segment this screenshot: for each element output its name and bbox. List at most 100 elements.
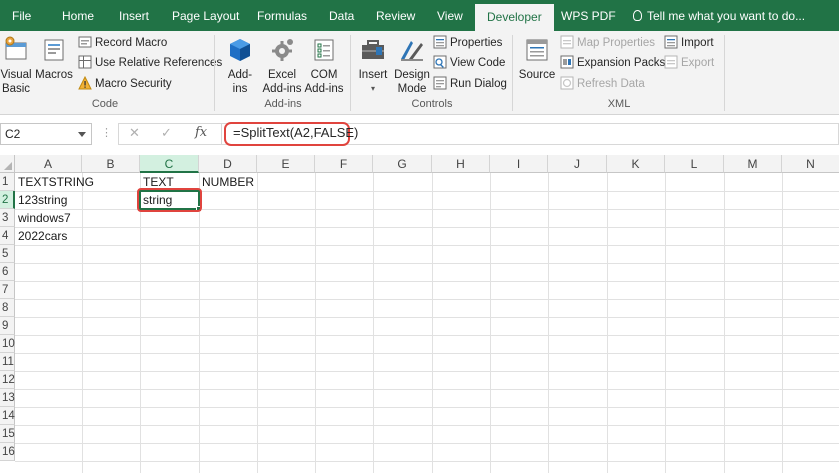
xml-source-button[interactable]: Source [517, 35, 557, 82]
column-header-k[interactable]: K [607, 155, 665, 173]
row-header-12[interactable]: 12 [0, 371, 15, 389]
row-header-5[interactable]: 5 [0, 245, 15, 263]
row-header-10[interactable]: 10 [0, 335, 15, 353]
formula-bar-grip-icon[interactable]: ⋮ [101, 126, 112, 139]
tab-review[interactable]: Review [376, 0, 415, 31]
gridline [82, 173, 83, 473]
row-header-1[interactable]: 1 [0, 173, 15, 191]
com-addins-button[interactable]: COM Add-ins [304, 35, 344, 96]
macro-security-button[interactable]: Macro Security [78, 75, 172, 93]
cell-a1[interactable]: TEXTSTRING [15, 173, 94, 191]
view-code-button[interactable]: View Code [433, 54, 505, 72]
insert-control-button[interactable]: Insert ▾ [354, 35, 392, 96]
map-properties-icon [560, 35, 574, 49]
column-header-c[interactable]: C [140, 155, 199, 173]
column-header-f[interactable]: F [315, 155, 373, 173]
gridline [15, 335, 839, 336]
tab-page-layout[interactable]: Page Layout [172, 0, 239, 31]
expansion-packs-button[interactable]: Expansion Packs [560, 54, 665, 72]
spreadsheet-grid[interactable]: A B C D E F G H I J K L M N 1 2 3 4 5 6 … [0, 155, 839, 473]
run-dialog-button[interactable]: Run Dialog [433, 75, 507, 93]
column-header-g[interactable]: G [373, 155, 432, 173]
record-macro-button[interactable]: Record Macro [78, 34, 167, 52]
design-mode-label-1: Design [394, 69, 430, 81]
insert-function-icon[interactable]: fx [195, 125, 207, 140]
cell-a2[interactable]: 123string [15, 191, 67, 209]
row-header-3[interactable]: 3 [0, 209, 15, 227]
column-header-j[interactable]: J [548, 155, 607, 173]
tell-me-search[interactable]: Tell me what you want to do... [633, 0, 805, 31]
row-header-9[interactable]: 9 [0, 317, 15, 335]
row-header-2[interactable]: 2 [0, 191, 15, 209]
map-properties-button[interactable]: Map Properties [560, 34, 655, 52]
xml-group-label: XML [607, 98, 631, 110]
gridline [15, 353, 839, 354]
formula-text: =SplitText(A2,FALSE) [233, 125, 359, 140]
tab-home[interactable]: Home [62, 0, 94, 31]
macros-button[interactable]: Macros [34, 35, 74, 82]
row-header-14[interactable]: 14 [0, 407, 15, 425]
row-header-16[interactable]: 16 [0, 443, 15, 461]
excel-addins-button[interactable]: Excel Add-ins [262, 35, 302, 96]
addins-button[interactable]: Add- ins [220, 35, 260, 96]
visual-basic-button[interactable]: Visual Basic [0, 35, 32, 96]
row-header-6[interactable]: 6 [0, 263, 15, 281]
column-header-m[interactable]: M [724, 155, 782, 173]
cell-a4[interactable]: 2022cars [15, 227, 67, 245]
tab-developer[interactable]: Developer [475, 4, 554, 31]
export-button[interactable]: Export [664, 54, 714, 72]
column-header-l[interactable]: L [665, 155, 724, 173]
name-box-dropdown-icon[interactable] [78, 132, 86, 137]
run-dialog-icon [433, 76, 447, 90]
import-label: Import [681, 37, 714, 49]
design-mode-icon [401, 41, 423, 61]
column-header-e[interactable]: E [257, 155, 315, 173]
insert-control-label: Insert [358, 69, 388, 81]
record-macro-label: Record Macro [95, 37, 168, 49]
cell-d1[interactable]: NUMBER [199, 173, 254, 191]
design-mode-button[interactable]: Design Mode [394, 35, 430, 96]
column-header-i[interactable]: I [490, 155, 548, 173]
use-relative-references-button[interactable]: Use Relative References [78, 54, 222, 72]
cancel-icon[interactable]: ✕ [129, 125, 140, 141]
column-header-n[interactable]: N [782, 155, 839, 173]
gear-icon [272, 39, 293, 61]
select-all-button[interactable] [0, 155, 15, 173]
cell-a3[interactable]: windows7 [15, 209, 71, 227]
tab-wps-pdf[interactable]: WPS PDF [561, 0, 616, 31]
cell-highlight-annotation [137, 188, 202, 212]
tell-me-text: Tell me what you want to do... [647, 9, 806, 23]
gridline [665, 173, 666, 473]
visual-basic-label-2: Basic [1, 83, 31, 95]
import-button[interactable]: Import [664, 34, 714, 52]
tab-data[interactable]: Data [329, 0, 354, 31]
import-icon [664, 35, 678, 49]
gridline [607, 173, 608, 473]
gridline [724, 173, 725, 473]
name-box[interactable]: C2 [0, 123, 92, 145]
column-header-a[interactable]: A [15, 155, 82, 173]
gridline [257, 173, 258, 473]
column-header-h[interactable]: H [432, 155, 490, 173]
tab-view[interactable]: View [437, 0, 463, 31]
tab-formulas[interactable]: Formulas [257, 0, 307, 31]
tab-file[interactable]: File [12, 0, 31, 31]
refresh-data-button[interactable]: Refresh Data [560, 75, 645, 93]
gridline [15, 425, 839, 426]
gridline [15, 263, 839, 264]
column-header-d[interactable]: D [199, 155, 257, 173]
enter-icon[interactable]: ✓ [161, 125, 172, 141]
column-header-b[interactable]: B [82, 155, 140, 173]
row-header-7[interactable]: 7 [0, 281, 15, 299]
row-header-13[interactable]: 13 [0, 389, 15, 407]
row-header-4[interactable]: 4 [0, 227, 15, 245]
row-header-15[interactable]: 15 [0, 425, 15, 443]
formula-bar-buttons: ✕ ✓ fx [118, 123, 222, 145]
toolbox-icon [362, 40, 384, 59]
properties-button[interactable]: Properties [433, 34, 502, 52]
tab-insert[interactable]: Insert [119, 0, 149, 31]
row-header-8[interactable]: 8 [0, 299, 15, 317]
ribbon-separator [724, 35, 725, 111]
ribbon-separator [350, 35, 351, 111]
row-header-11[interactable]: 11 [0, 353, 15, 371]
